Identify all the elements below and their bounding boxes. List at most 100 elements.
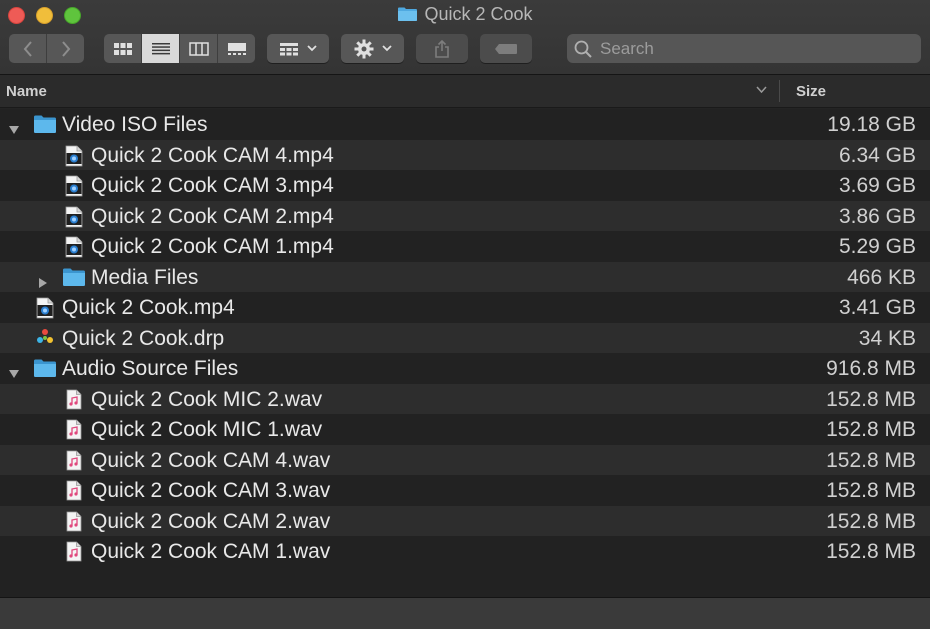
file-row[interactable]: Quick 2 Cook CAM 2.mp4 3.86 GB xyxy=(0,200,930,234)
item-size: 152.8 MB xyxy=(826,509,916,533)
chevron-down-icon xyxy=(307,45,317,52)
item-size: 152.8 MB xyxy=(826,418,916,441)
disclosure-triangle-down-icon[interactable] xyxy=(8,362,20,378)
gear-icon xyxy=(354,39,373,58)
item-size: 3.41 GB xyxy=(838,296,916,319)
toolbar: Quick 2 Cook xyxy=(0,0,930,75)
item-name: Video ISO Files xyxy=(62,113,208,136)
video-file-icon xyxy=(65,236,83,264)
item-size: 6.34 GB xyxy=(838,143,916,167)
item-size: 5.29 GB xyxy=(838,235,916,258)
file-row[interactable]: Quick 2 Cook MIC 2.wav 152.8 MB xyxy=(0,383,930,416)
window-title: Quick 2 Cook xyxy=(0,3,930,25)
disclosure-triangle-right-icon[interactable] xyxy=(37,271,49,288)
video-file-icon xyxy=(65,206,83,234)
back-forward-group xyxy=(9,34,84,63)
item-name: Quick 2 Cook CAM 2.mp4 xyxy=(91,204,334,228)
folder-icon xyxy=(398,7,418,21)
item-size: 3.86 GB xyxy=(838,204,916,228)
file-row[interactable]: Quick 2 Cook CAM 3.wav 152.8 MB xyxy=(0,475,930,506)
item-name: Quick 2 Cook MIC 2.wav xyxy=(91,387,323,411)
forward-button[interactable] xyxy=(47,34,84,63)
item-name: Quick 2 Cook CAM 1.wav xyxy=(91,540,331,563)
video-file-icon xyxy=(65,175,83,203)
search-field[interactable] xyxy=(567,34,921,63)
sort-chevron-down-icon[interactable] xyxy=(756,86,767,94)
file-row[interactable]: Quick 2 Cook.mp4 3.41 GB xyxy=(0,292,930,323)
folder-icon xyxy=(62,267,86,293)
tag-icon xyxy=(495,43,517,54)
item-size: 152.8 MB xyxy=(826,387,916,411)
folder-icon xyxy=(33,114,57,140)
file-list: Video ISO Files 19.18 GB Quick 2 Cook CAM … xyxy=(0,109,930,597)
file-row[interactable]: Quick 2 Cook CAM 1.wav 152.8 MB xyxy=(0,536,930,567)
item-name: Quick 2 Cook CAM 4.mp4 xyxy=(91,143,334,167)
disclosure-triangle-down-icon[interactable] xyxy=(8,118,20,134)
status-bar xyxy=(0,597,930,629)
file-row[interactable]: Quick 2 Cook CAM 4.wav 152.8 MB xyxy=(0,444,930,477)
action-menu-button[interactable] xyxy=(341,34,404,63)
icon-view-icon xyxy=(113,42,132,55)
item-size: 152.8 MB xyxy=(826,448,916,472)
audio-file-icon xyxy=(66,389,82,416)
list-view-icon xyxy=(151,42,170,54)
chevron-right-icon xyxy=(61,40,70,57)
file-row[interactable]: Quick 2 Cook CAM 1.mp4 5.29 GB xyxy=(0,231,930,262)
item-size: 152.8 MB xyxy=(826,540,916,563)
group-by-button[interactable] xyxy=(267,34,329,63)
item-name: Quick 2 Cook.mp4 xyxy=(62,296,235,319)
column-divider[interactable] xyxy=(779,80,780,102)
group-grid-icon xyxy=(280,42,298,55)
folder-row[interactable]: Audio Source Files 916.8 MB xyxy=(0,353,930,384)
finder-window: Quick 2 Cook Search Name Size Video ISO … xyxy=(0,0,930,629)
window-title-text: Quick 2 Cook xyxy=(424,3,533,24)
audio-file-icon xyxy=(66,541,82,568)
chevron-left-icon xyxy=(23,40,32,57)
column-view-button[interactable] xyxy=(180,34,218,63)
video-file-icon xyxy=(36,297,54,325)
davinci-resolve-icon xyxy=(36,328,54,354)
search-input[interactable] xyxy=(600,38,900,59)
file-row[interactable]: Quick 2 Cook CAM 4.mp4 6.34 GB xyxy=(0,139,930,173)
icon-view-button[interactable] xyxy=(104,34,142,63)
item-name: Quick 2 Cook MIC 1.wav xyxy=(91,418,323,441)
search-icon xyxy=(574,40,592,58)
item-name: Quick 2 Cook CAM 3.wav xyxy=(91,479,331,502)
share-button[interactable] xyxy=(416,34,468,63)
item-size: 3.69 GB xyxy=(838,174,916,197)
gallery-view-button[interactable] xyxy=(218,34,255,63)
audio-file-icon xyxy=(66,480,82,507)
item-size: 466 KB xyxy=(847,265,916,289)
item-name: Quick 2 Cook CAM 4.wav xyxy=(91,448,331,472)
back-button[interactable] xyxy=(9,34,47,63)
column-view-icon xyxy=(188,41,209,56)
item-size: 916.8 MB xyxy=(826,357,916,380)
name-column-header[interactable]: Name xyxy=(6,83,47,100)
item-name: Quick 2 Cook CAM 1.mp4 xyxy=(91,235,334,258)
audio-file-icon xyxy=(66,419,82,446)
folder-row[interactable]: Video ISO Files 19.18 GB xyxy=(0,109,930,140)
item-size: 152.8 MB xyxy=(826,479,916,502)
item-name: Quick 2 Cook CAM 3.mp4 xyxy=(91,174,334,197)
share-icon xyxy=(435,39,449,58)
file-row[interactable]: Quick 2 Cook.drp 34 KB xyxy=(0,322,930,354)
size-column-header[interactable]: Size xyxy=(796,83,826,100)
audio-file-icon xyxy=(66,450,82,477)
folder-row[interactable]: Media Files 466 KB xyxy=(0,261,930,293)
chevron-down-icon xyxy=(381,45,392,52)
gallery-view-icon xyxy=(227,42,246,55)
file-row[interactable]: Quick 2 Cook MIC 1.wav 152.8 MB xyxy=(0,414,930,445)
item-name: Media Files xyxy=(91,265,199,289)
item-name: Audio Source Files xyxy=(62,357,239,380)
empty-row xyxy=(0,566,930,597)
item-name: Quick 2 Cook.drp xyxy=(62,326,225,350)
file-row[interactable]: Quick 2 Cook CAM 3.mp4 3.69 GB xyxy=(0,170,930,201)
item-size: 34 KB xyxy=(858,326,916,350)
item-name: Quick 2 Cook CAM 2.wav xyxy=(91,509,331,533)
list-view-button[interactable] xyxy=(142,34,180,63)
column-header: Name Size xyxy=(0,75,930,108)
view-mode-control xyxy=(104,34,255,63)
file-row[interactable]: Quick 2 Cook CAM 2.wav 152.8 MB xyxy=(0,505,930,536)
video-file-icon xyxy=(65,145,83,173)
tags-button[interactable] xyxy=(480,34,532,63)
